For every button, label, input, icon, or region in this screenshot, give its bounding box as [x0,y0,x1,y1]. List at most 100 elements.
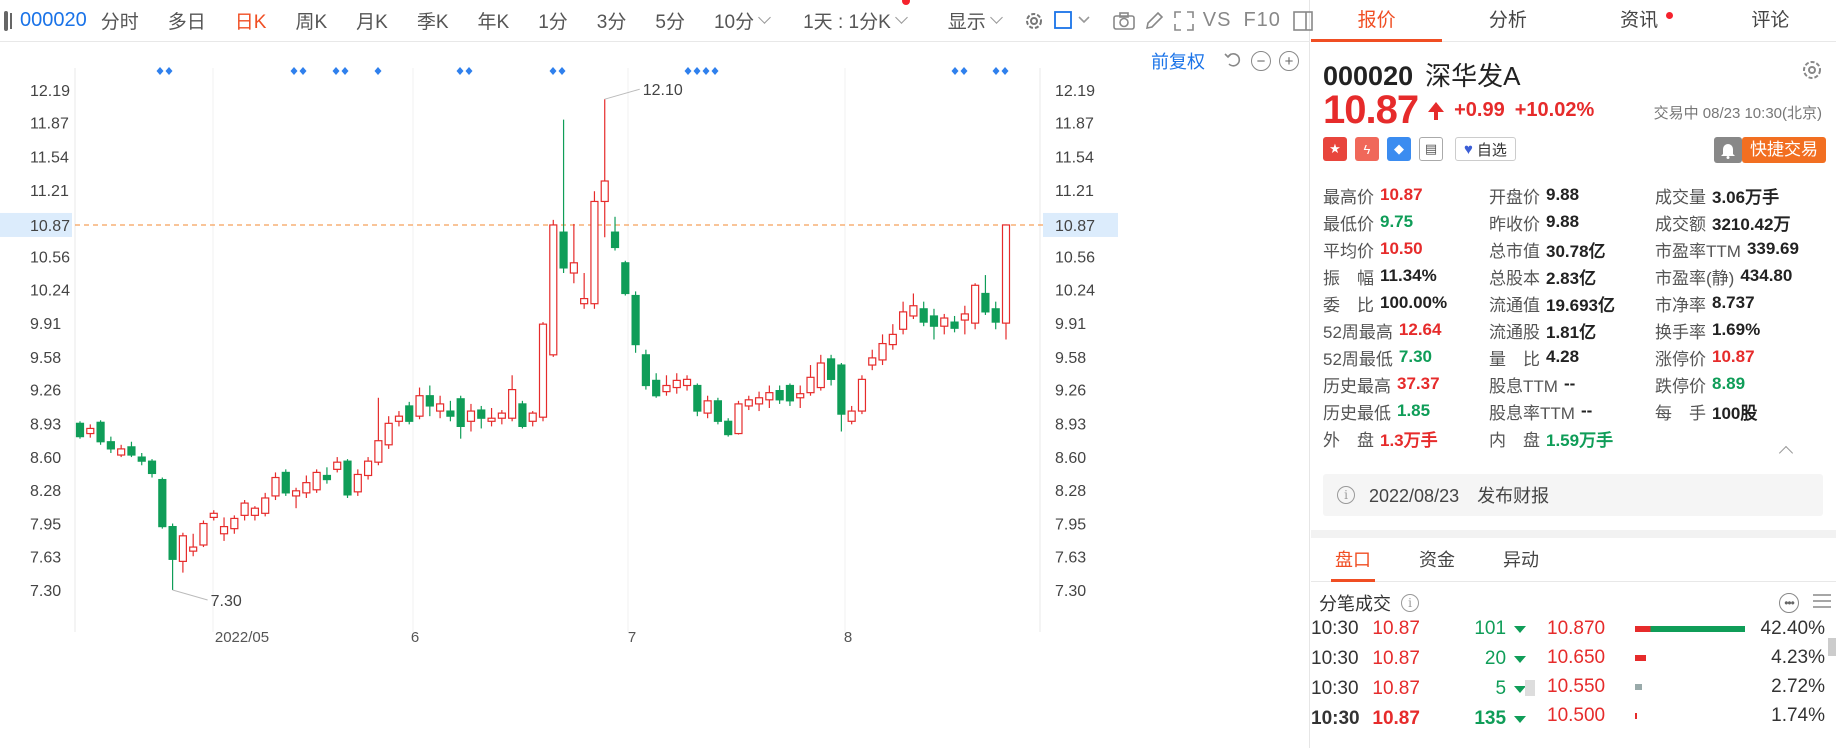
report-notice[interactable]: i 2022/08/23 发布财报 [1323,474,1823,516]
event-marker[interactable] [549,67,557,75]
period-tab[interactable]: 5分 [655,7,685,34]
quote-field: 市净率 8.737 [1655,292,1828,315]
quote-field-value: 30.78亿 [1546,241,1606,261]
display-select[interactable]: 显示 [948,7,1003,34]
period-tab[interactable]: 日K [235,7,267,34]
distribution-bar-track [1635,683,1745,690]
high-pointer [604,88,640,100]
candle-up [868,357,877,366]
quote-field-value: 100.00% [1380,293,1448,312]
period-tabs: 分时 多日 日K 周K 月K 季K 年K 1分 3分 5分 [101,7,714,34]
quote-field-value: 4.28 [1546,347,1580,366]
candle-up [682,378,692,387]
quote-field-value: 9.88 [1546,212,1580,231]
event-marker[interactable] [156,67,164,75]
quote-field-label: 股息率TTM [1489,403,1575,423]
camera-icon[interactable] [1112,6,1135,36]
y-tick-label-right: 9.58 [1055,350,1086,367]
period-tab[interactable]: 周K [295,7,327,34]
section-separator [1311,530,1836,538]
settings-gear-icon[interactable] [1800,58,1824,82]
y-tick-label-right: 12.19 [1055,83,1095,100]
y-tick-label-right: 11.87 [1055,116,1094,133]
candle-down [425,395,434,407]
period-tab[interactable]: 年K [478,7,510,34]
candle-up [497,412,506,419]
event-marker[interactable] [992,67,1000,75]
depth-tab[interactable]: 资金 [1395,538,1479,581]
more-icon[interactable]: ••• [1779,593,1799,613]
event-marker[interactable] [702,67,710,75]
quote-field-value: 2.83亿 [1546,268,1597,288]
chevron-down-icon [989,11,1003,24]
quote-tab[interactable]: 评论 [1705,0,1836,41]
event-marker[interactable] [341,67,349,75]
quote-field: 历史最低 1.85 [1323,400,1489,423]
menu-icon[interactable] [1813,593,1831,614]
event-marker[interactable] [711,67,719,75]
kline-chart[interactable]: 12.19 12.19 11.87 11.87 11.54 11.54 11.21 11.21… [0,42,1310,748]
lightning-icon[interactable]: ϟ [1355,137,1379,161]
event-marker[interactable] [951,67,959,75]
tag-icon[interactable]: ◆ [1387,137,1411,161]
quote-field: 历史最高 37.37 [1323,373,1489,396]
tick-scrollbar[interactable] [1525,680,1535,696]
add-favorite-button[interactable]: ♥ 自选 [1455,137,1516,161]
pencil-icon[interactable] [1143,6,1165,36]
quote-field-label: 平均价 [1323,241,1374,261]
depth-tab[interactable]: 盘口 [1311,538,1395,582]
quick-trade-button[interactable]: 快捷交易 [1742,137,1826,163]
candle-up [888,333,897,346]
quote-field-label: 外 盘 [1323,430,1374,450]
depth-tab[interactable]: 异动 [1479,538,1563,581]
event-marker[interactable] [960,67,968,75]
event-marker[interactable] [465,67,473,75]
checkbox-select[interactable] [1053,6,1093,36]
minute-period-select[interactable]: 10分 [713,7,771,34]
event-marker[interactable] [165,67,173,75]
period-tab[interactable]: 分时 [101,7,139,34]
y-tick-label-left: 8.60 [30,450,61,467]
panel-toggle-icon[interactable] [1293,6,1313,36]
event-marker[interactable] [299,67,307,75]
candle-up [312,471,321,491]
candle-down [106,441,115,450]
distribution-row: 10.650 4.23% [1537,643,1836,672]
tick-volume: 5 [1495,678,1507,699]
distribution-scrollbar[interactable] [1828,638,1836,656]
quote-field-value: -- [1580,401,1593,420]
period-tab[interactable]: 月K [356,7,388,34]
event-marker[interactable] [684,67,692,75]
y-tick-label-right: 8.93 [1055,416,1086,433]
quote-field: 成交额 3210.42万 [1655,211,1828,234]
event-marker[interactable] [374,67,382,75]
period-tab[interactable]: 季K [417,7,449,34]
gear-icon[interactable] [1023,6,1045,36]
fullscreen-icon[interactable] [1173,6,1195,36]
event-marker[interactable] [558,67,566,75]
candle-up [744,399,753,407]
event-marker[interactable] [332,67,340,75]
period-tab[interactable]: 1分 [538,7,568,34]
quote-field-value: 1.85 [1397,401,1431,420]
quote-tab[interactable]: 分析 [1442,0,1573,41]
event-marker[interactable] [456,67,464,75]
minute-period-value: 10分 [713,12,755,33]
tick-row: 10:30 10.87 20 [1311,644,1526,674]
vs-button[interactable]: VS [1203,9,1232,32]
note-icon[interactable]: ▤ [1419,137,1443,161]
event-marker[interactable] [290,67,298,75]
range-select[interactable]: 1天 : 1分K [803,0,910,34]
period-tab[interactable]: 3分 [597,7,627,34]
quote-tab[interactable]: 资讯 [1574,0,1705,41]
event-marker[interactable] [693,67,701,75]
event-marker[interactable] [1001,67,1009,75]
period-tab[interactable]: 多日 [168,7,206,34]
sidebar-toggle-icon[interactable] [4,10,12,31]
bell-icon[interactable] [1714,137,1742,163]
info-icon[interactable]: i [1401,594,1419,612]
x-axis-label: 2022/05 [215,629,269,646]
f10-button[interactable]: F10 [1243,9,1280,32]
quote-tab[interactable]: 报价 [1311,0,1443,42]
candle-down [147,460,157,475]
